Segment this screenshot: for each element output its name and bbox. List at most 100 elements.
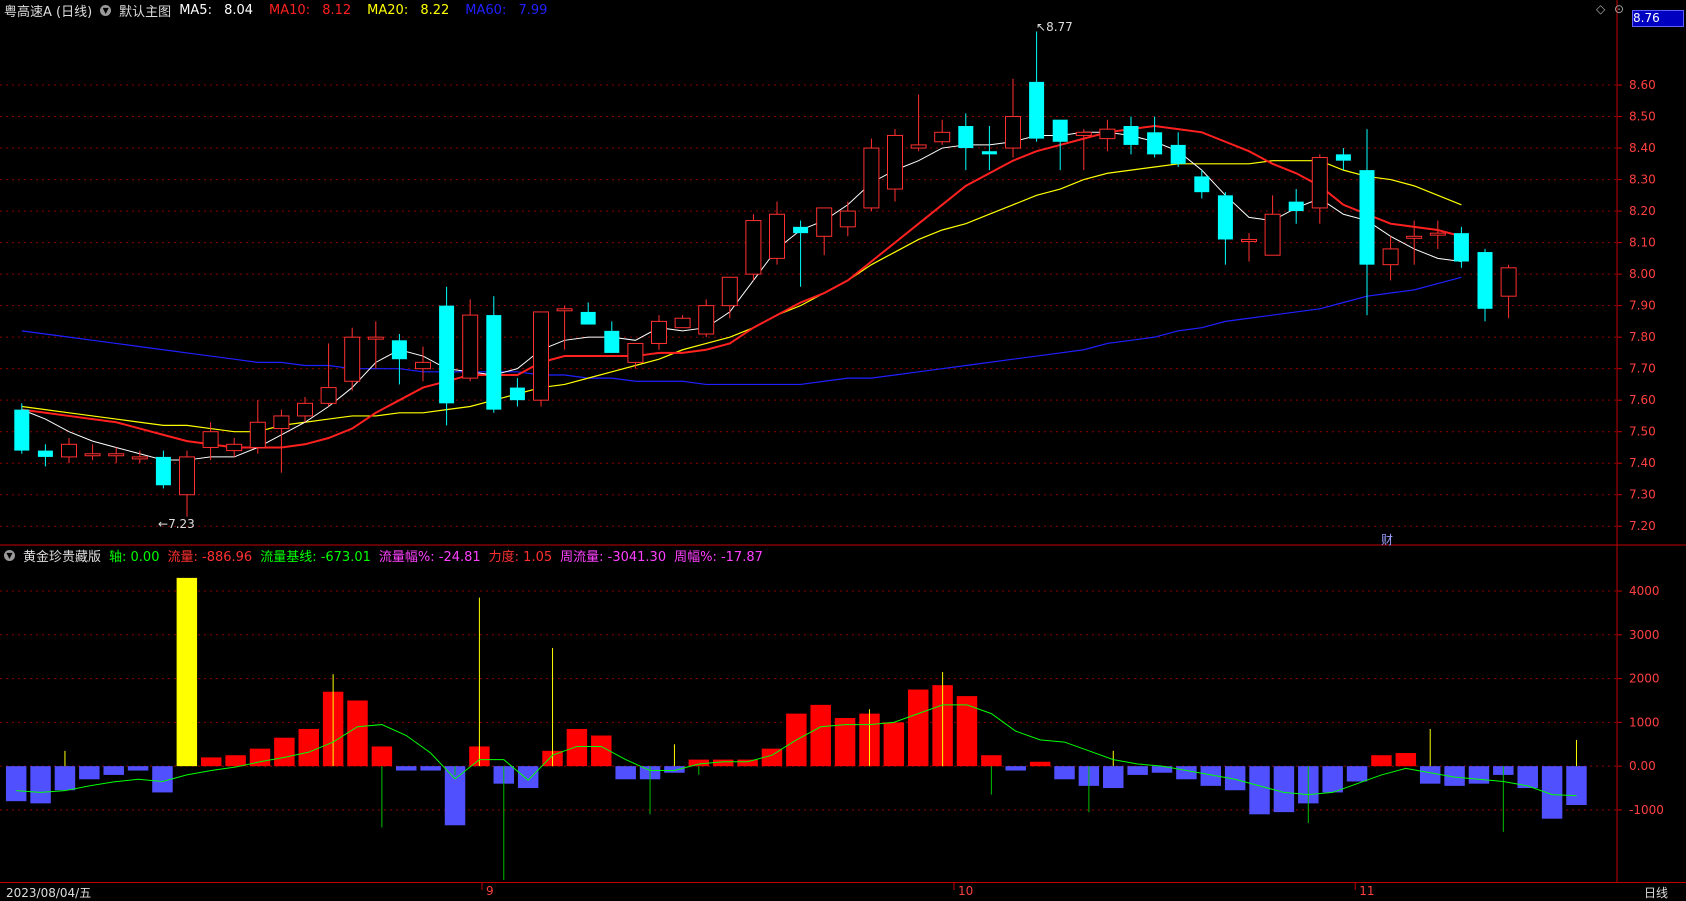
y-tick-label: 2000 xyxy=(1629,672,1660,686)
candle-body xyxy=(415,361,431,370)
date-label: 2023/08/04/五 xyxy=(6,886,92,900)
y-tick-label: 8.60 xyxy=(1629,78,1656,92)
indicator-value: 流量: -886.96 xyxy=(167,549,253,565)
candle-body xyxy=(462,314,479,379)
candle-body xyxy=(1500,267,1517,297)
candle-body xyxy=(1311,157,1328,209)
candle-body xyxy=(226,443,243,452)
high-price-label: ↖8.77 xyxy=(1036,20,1073,34)
flow-bar xyxy=(810,704,831,767)
ma10-label: MA10: 8.12 xyxy=(269,2,352,18)
indicator-name[interactable]: 黄金珍贵藏版 xyxy=(23,546,101,565)
candle-body xyxy=(1075,131,1092,136)
candle-body xyxy=(297,402,313,417)
candle-body xyxy=(1335,154,1351,161)
flow-bar xyxy=(883,722,905,767)
indicator-header: ▼ 黄金珍贵藏版 轴: 0.00 流量: -886.96 流量基线: -673.01… xyxy=(0,545,779,565)
candle-body xyxy=(1264,213,1281,256)
candle-body xyxy=(1170,144,1186,164)
flow-bar xyxy=(981,755,1002,767)
candle-body xyxy=(131,456,148,460)
flow-bar xyxy=(54,766,76,791)
month-tick-label: 10 xyxy=(958,884,974,898)
candle-body xyxy=(344,336,361,382)
candle-body xyxy=(839,210,856,228)
y-tick-label: 7.90 xyxy=(1629,299,1656,313)
month-tick-label: 11 xyxy=(1359,884,1375,898)
candle-body xyxy=(249,421,266,448)
candle-body xyxy=(1052,119,1068,142)
stock-name[interactable]: 粤高速A (日线) xyxy=(4,1,92,20)
y-tick-label: 8.10 xyxy=(1629,236,1656,250)
period-label[interactable]: 日线 xyxy=(1644,884,1668,901)
indicator-value: 流量基线: -673.01 xyxy=(260,549,371,565)
flow-bar xyxy=(1273,766,1295,813)
candle-body xyxy=(273,415,290,430)
indicator-menu-icon[interactable]: ▼ xyxy=(4,549,15,561)
candle-body xyxy=(320,387,337,404)
y-tick-label: 7.70 xyxy=(1629,362,1656,376)
chevron-down-icon[interactable]: ▼ xyxy=(100,4,112,16)
footer-bar xyxy=(0,882,1686,901)
candle-body xyxy=(1217,195,1233,240)
main-header: 粤高速A (日线) ▼ 默认主图 MA5: 8.04 MA10: 8.12 MA… xyxy=(0,0,563,20)
flow-bar xyxy=(664,766,685,773)
candle-body xyxy=(509,387,525,401)
candle-body xyxy=(1241,238,1257,242)
settings-icon[interactable]: ⊙ xyxy=(1614,2,1624,16)
candle-body xyxy=(179,456,195,496)
flow-bar xyxy=(1395,753,1417,767)
flow-bar xyxy=(103,766,124,775)
candle-body xyxy=(84,453,101,457)
candle-body xyxy=(439,305,455,404)
flow-bar xyxy=(225,755,246,767)
flow-bar xyxy=(420,766,441,771)
flow-bar xyxy=(1419,766,1441,784)
low-price-label: ←7.23 xyxy=(158,517,195,531)
candle-body xyxy=(698,305,715,335)
candle-body xyxy=(1477,252,1493,309)
indicator-value: 流量幅%: -24.81 xyxy=(378,549,481,565)
financial-report-marker[interactable]: 财 xyxy=(1381,531,1393,548)
candle-body xyxy=(793,226,809,234)
y-tick-label: 7.20 xyxy=(1629,519,1656,533)
candle-body xyxy=(958,126,974,149)
y-tick-label: 8.40 xyxy=(1629,141,1656,155)
candle-body xyxy=(1147,132,1163,155)
candle-body xyxy=(486,315,502,410)
candle-body xyxy=(981,151,997,155)
chart-root: 7.20 7.30 7.40 7.50 7.60 7.70 7.80 7.90 8.00 8.10… xyxy=(0,0,1686,900)
candle-body xyxy=(155,456,171,486)
indicator-value: 周流量: -3041.30 xyxy=(560,549,667,565)
candle-body xyxy=(1029,81,1045,139)
main-chart-label[interactable]: 默认主图 xyxy=(119,1,171,20)
candle-body xyxy=(651,320,667,344)
ma5-line xyxy=(21,131,1462,461)
y-tick-label: 7.30 xyxy=(1629,488,1656,502)
y-tick-label: 8.20 xyxy=(1629,204,1656,218)
flow-bar xyxy=(200,757,222,767)
ma20-label: MA20: 8.22 xyxy=(367,2,450,18)
y-tick-label: 4000 xyxy=(1629,584,1660,598)
diamond-icon[interactable]: ◇ xyxy=(1596,2,1605,16)
candle-body xyxy=(934,131,951,143)
flow-bar xyxy=(30,766,51,804)
candle-body xyxy=(391,340,407,360)
flow-bar xyxy=(1371,755,1392,767)
candle-body xyxy=(1123,126,1139,145)
candle-body xyxy=(887,134,903,190)
flow-bar xyxy=(5,766,27,802)
candle-body xyxy=(863,147,880,209)
candle-body xyxy=(604,330,620,353)
current-price-box: 8.76 xyxy=(1632,10,1684,27)
y-tick-label: 8.00 xyxy=(1629,267,1656,281)
flow-bar xyxy=(1103,766,1124,789)
candle-body xyxy=(769,213,785,259)
candle-body xyxy=(367,336,384,340)
flow-bar xyxy=(1029,761,1051,767)
flow-bar xyxy=(737,759,758,767)
candle-body xyxy=(580,311,596,325)
flow-bar xyxy=(1054,766,1075,780)
candle-body xyxy=(1288,201,1304,212)
flow-bar xyxy=(274,737,295,767)
